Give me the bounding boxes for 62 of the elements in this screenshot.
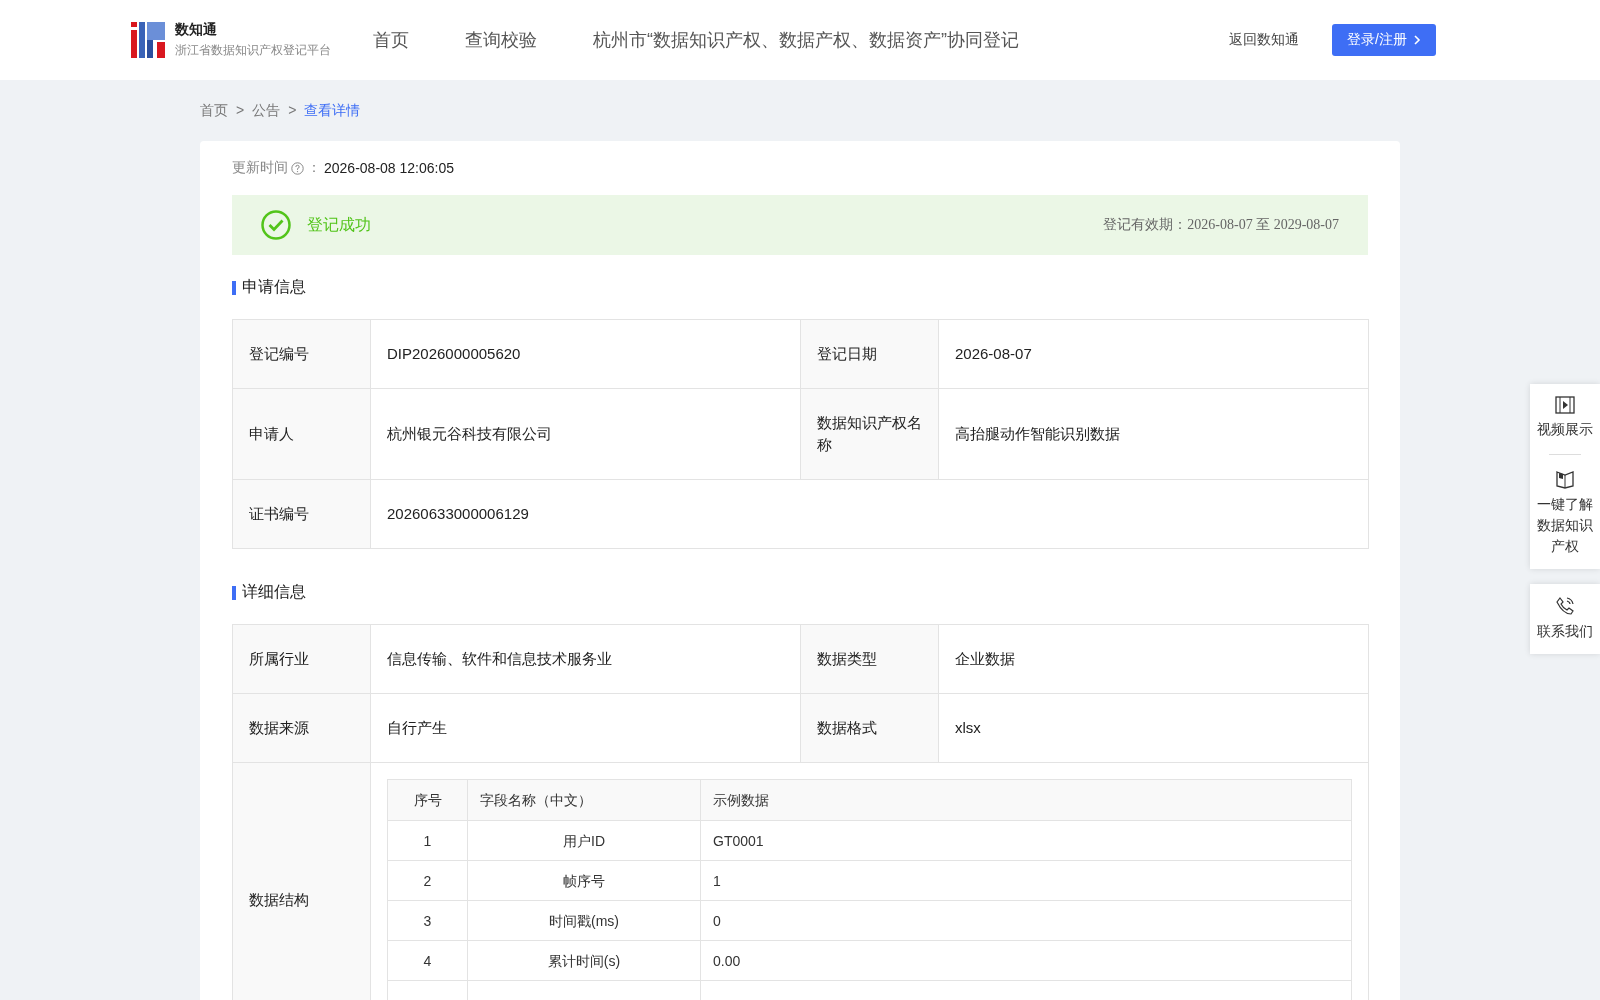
field-label: 数据类型 xyxy=(800,624,939,694)
validity-period: 登记有效期：2026-08-07 至 2029-08-07 xyxy=(1103,216,1339,234)
back-link[interactable]: 返回数知通 xyxy=(1229,31,1300,49)
nav-link[interactable]: 杭州市“数据知识产权、数据产权、数据资产”协同登记 xyxy=(593,28,1019,52)
nav-link[interactable]: 首页 xyxy=(373,28,409,52)
update-time-value: 2026-08-08 12:06:05 xyxy=(324,160,454,176)
logo-icon xyxy=(131,22,165,58)
update-time-label: 更新时间 xyxy=(232,159,288,177)
field-label: 登记日期 xyxy=(800,319,939,389)
side-menu-item[interactable]: 视频展示 xyxy=(1537,419,1593,440)
breadcrumb-separator: > xyxy=(288,102,297,120)
field-label: 申请人 xyxy=(232,388,371,480)
table-cell: 时间戳(ms) xyxy=(467,900,701,941)
breadcrumb-item[interactable]: 首页 xyxy=(200,102,228,120)
table-cell: 3 xyxy=(387,900,468,941)
column-header: 序号 xyxy=(387,779,468,821)
breadcrumb-item[interactable]: 公告 xyxy=(252,102,281,120)
section-title: 申请信息 xyxy=(242,277,306,297)
field-value: DIP2026000005620 xyxy=(370,319,801,389)
field-label: 数据格式 xyxy=(800,693,939,763)
table-cell: 0.00 xyxy=(700,940,1352,981)
breadcrumb-item[interactable]: 查看详情 xyxy=(304,102,361,120)
field-label: 数据来源 xyxy=(232,693,371,763)
help-icon xyxy=(291,161,304,175)
table-cell: 1 xyxy=(700,860,1352,901)
book-icon xyxy=(1555,469,1575,489)
field-value: 20260633000006129 xyxy=(370,479,1369,549)
table-cell: 帧序号 xyxy=(467,860,701,901)
brand-subtitle: 浙江省数据知识产权登记平台 xyxy=(175,42,331,59)
table-cell: 累计时间(s) xyxy=(467,940,701,981)
column-header: 示例数据 xyxy=(700,779,1352,821)
phone-icon xyxy=(1555,596,1575,616)
table-cell: 2 xyxy=(387,860,468,901)
side-menu-item[interactable]: 一键了解数据知识产权 xyxy=(1534,494,1596,557)
nav-link[interactable]: 查询校验 xyxy=(465,28,537,52)
update-time-separator: ： xyxy=(307,159,321,177)
field-label: 数据知识产权名称 xyxy=(800,388,939,480)
field-label: 登记编号 xyxy=(232,319,371,389)
brand-name: 数知通 xyxy=(175,21,218,39)
table-cell: GT0001 xyxy=(700,820,1352,861)
chevron-icon xyxy=(1413,34,1421,46)
field-value: 杭州银元谷科技有限公司 xyxy=(370,388,801,480)
field-value: 自行产生 xyxy=(370,693,801,763)
table-cell: 4 xyxy=(387,940,468,981)
login-button[interactable]: 登录/注册 xyxy=(1332,24,1436,56)
side-menu-item[interactable]: 联系我们 xyxy=(1537,621,1593,642)
table-cell: 0 xyxy=(700,900,1352,941)
field-label: 数据结构 xyxy=(232,762,371,1000)
field-value: 高抬腿动作智能识别数据 xyxy=(938,388,1369,480)
field-value: xlsx xyxy=(938,693,1369,763)
column-header: 字段名称（中文） xyxy=(467,779,701,821)
table-cell: 1 xyxy=(387,820,468,861)
field-label: 所属行业 xyxy=(232,624,371,694)
breadcrumb-separator: > xyxy=(236,102,245,120)
status-text: 登记成功 xyxy=(307,214,372,235)
field-value: 2026-08-07 xyxy=(938,319,1369,389)
table-cell: 用户ID xyxy=(467,820,701,861)
field-label: 证书编号 xyxy=(232,479,371,549)
field-value: 信息传输、软件和信息技术服务业 xyxy=(370,624,801,694)
film-icon xyxy=(1555,396,1575,414)
field-value: 企业数据 xyxy=(938,624,1369,694)
section-title: 详细信息 xyxy=(242,582,306,602)
